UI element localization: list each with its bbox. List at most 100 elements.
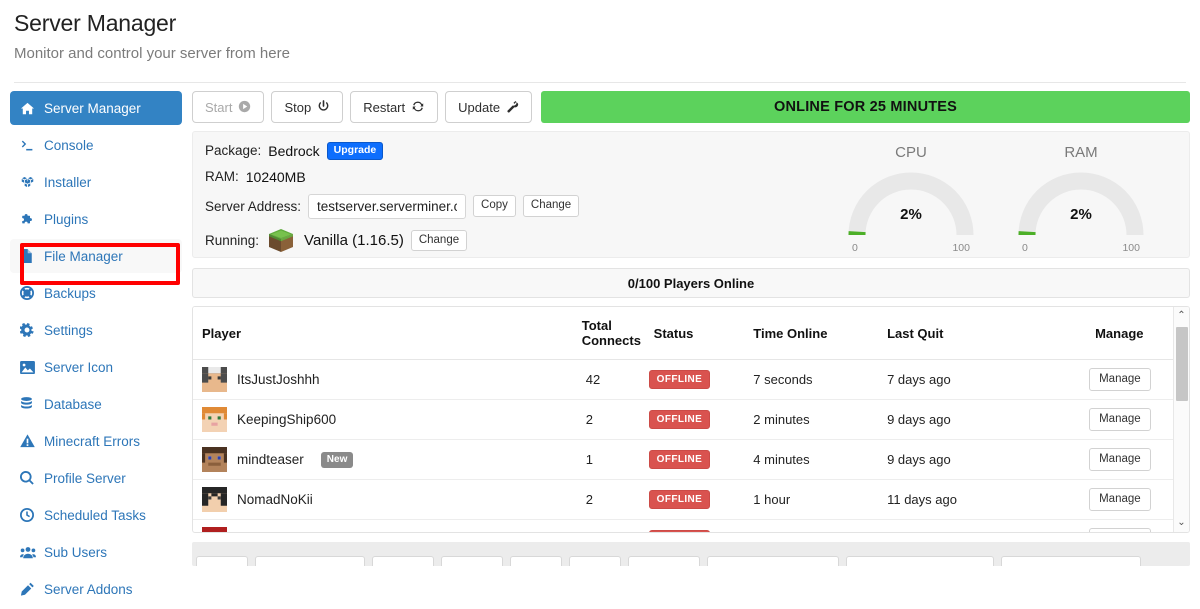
users-icon (20, 546, 42, 559)
server-info-fields: Package: Bedrock Upgrade RAM: 10240MB Se… (205, 142, 837, 252)
cell-time-online: 2 minutes (741, 399, 878, 440)
scrollbar-track[interactable] (1174, 325, 1189, 514)
update-button-label: Update (458, 99, 501, 115)
bottom-toolbar-item[interactable] (846, 556, 994, 566)
player-name: NomadNoKii (237, 492, 313, 507)
players-table-panel: Player Total Connects Status Time Online… (192, 306, 1190, 533)
sidebar-item-sub-users[interactable]: Sub Users (10, 535, 182, 569)
sidebar-item-plugins[interactable]: Plugins (10, 202, 182, 236)
gauge-cpu: CPU 2% 0 100 (837, 144, 985, 254)
bottom-toolbar-item[interactable] (255, 556, 365, 566)
status-badge: OFFLINE (648, 450, 711, 469)
manage-button[interactable]: Manage (1089, 407, 1151, 432)
players-online-bar: 0/100 Players Online (192, 268, 1190, 298)
sidebar-item-label: Server Addons (44, 581, 133, 597)
sidebar-item-settings[interactable]: Settings (10, 313, 182, 347)
manage-button[interactable]: Manage (1089, 367, 1151, 392)
server-address-input[interactable] (308, 193, 467, 219)
player-name: LilMoonBear1827 (237, 532, 343, 533)
sidebar-item-label: Backups (44, 285, 96, 301)
column-header-status: Status (635, 307, 742, 360)
ram-value: 10240MB (245, 168, 306, 185)
main-layout: Server Manager Console Installer Plugins Fil… (0, 83, 1200, 609)
players-table-scrollbar[interactable]: ⌃ ⌄ (1173, 307, 1189, 532)
new-badge: New (320, 451, 354, 468)
ram-row: RAM: 10240MB (205, 169, 837, 185)
manage-button[interactable]: Manage (1089, 447, 1151, 472)
sidebar-item-profile-server[interactable]: Profile Server (10, 461, 182, 495)
sidebar-item-label: Console (44, 137, 94, 153)
image-icon (20, 360, 42, 374)
avatar (202, 407, 227, 432)
sidebar-item-console[interactable]: Console (10, 128, 182, 162)
gauge-max-label: 100 (1122, 242, 1140, 254)
avatar (202, 487, 227, 512)
column-header-lastquit: Last Quit (877, 307, 1044, 360)
running-row: Running: Vanilla (1.16.5) Change (205, 228, 837, 254)
status-badge: OFFLINE (648, 410, 711, 429)
clock-icon (20, 508, 42, 522)
content-area: Start Stop Restart Update ONLINE FOR 25 … (182, 83, 1190, 566)
sidebar-item-installer[interactable]: Installer (10, 165, 182, 199)
cell-player: LilMoonBear1827 (193, 519, 480, 533)
cell-last-quit: 11 days ago (877, 479, 1044, 520)
stop-button-label: Stop (284, 99, 312, 115)
cubes-icon (20, 176, 42, 189)
server-status-banner: ONLINE FOR 25 MINUTES (541, 91, 1190, 123)
stop-button[interactable]: Stop (271, 91, 344, 123)
player-name: mindteaser (237, 452, 304, 467)
upgrade-button[interactable]: Upgrade (326, 142, 384, 160)
manage-button[interactable]: Manage (1089, 487, 1151, 512)
update-button[interactable]: Update (445, 91, 533, 123)
sidebar-item-server-manager[interactable]: Server Manager (10, 91, 182, 125)
bottom-toolbar-item[interactable] (510, 556, 562, 566)
cell-status: OFFLINE (635, 359, 742, 400)
cell-player: KeepingShip600 (193, 399, 480, 440)
bottom-toolbar-item[interactable] (196, 556, 248, 566)
status-badge: OFFLINE (648, 370, 711, 389)
bottom-toolbar-strip (192, 542, 1190, 566)
sidebar-item-server-addons[interactable]: Server Addons (10, 572, 182, 606)
cell-status: OFFLINE (635, 519, 742, 532)
sidebar-item-label: Minecraft Errors (44, 433, 141, 449)
server-address-label: Server Address: (205, 198, 302, 214)
bottom-toolbar-item[interactable] (628, 556, 700, 566)
restart-button[interactable]: Restart (350, 91, 439, 123)
sidebar-item-file-manager[interactable]: File Manager (10, 239, 182, 273)
sidebar-item-backups[interactable]: Backups (10, 276, 182, 310)
copy-address-button[interactable]: Copy (473, 195, 516, 217)
manage-button[interactable]: Manage (1089, 527, 1151, 532)
page-title: Server Manager (14, 10, 177, 36)
bottom-toolbar-item[interactable] (707, 556, 839, 566)
bottom-toolbar-item[interactable] (569, 556, 621, 566)
bottom-toolbar-item[interactable] (1001, 556, 1141, 566)
file-icon (20, 249, 42, 263)
cell-manage: Manage (1043, 479, 1189, 520)
scrollbar-thumb[interactable] (1176, 327, 1188, 401)
scroll-up-icon[interactable]: ⌃ (1177, 307, 1185, 325)
start-button[interactable]: Start (192, 91, 265, 123)
sidebar-item-label: Settings (44, 322, 93, 338)
change-version-button[interactable]: Change (410, 229, 468, 252)
sidebar: Server Manager Console Installer Plugins Fil… (10, 83, 182, 609)
scroll-down-icon[interactable]: ⌄ (1177, 514, 1185, 532)
sidebar-item-label: Plugins (44, 211, 89, 227)
grass-block-icon (268, 228, 294, 254)
sidebar-item-minecraft-errors[interactable]: Minecraft Errors (10, 424, 182, 458)
gauge-value: 2% (1070, 206, 1092, 223)
cell-last-quit: 12 days ago (877, 519, 1044, 532)
sidebar-item-database[interactable]: Database (10, 387, 182, 421)
warning-triangle-icon (20, 434, 42, 448)
gauge-arc (848, 172, 974, 236)
change-address-button[interactable]: Change (522, 195, 580, 217)
status-badge: OFFLINE (648, 530, 711, 532)
sidebar-item-label: Scheduled Tasks (44, 507, 146, 523)
cell-time-online: 4 minutes (741, 439, 878, 480)
sidebar-item-server-icon[interactable]: Server Icon (10, 350, 182, 384)
sidebar-item-label: Server Icon (44, 359, 114, 375)
cell-player: mindteaser New (193, 439, 480, 480)
sidebar-item-scheduled-tasks[interactable]: Scheduled Tasks (10, 498, 182, 532)
bottom-toolbar-item[interactable] (441, 556, 503, 566)
bottom-toolbar-item[interactable] (372, 556, 434, 566)
column-header-manage: Manage (1043, 307, 1189, 360)
